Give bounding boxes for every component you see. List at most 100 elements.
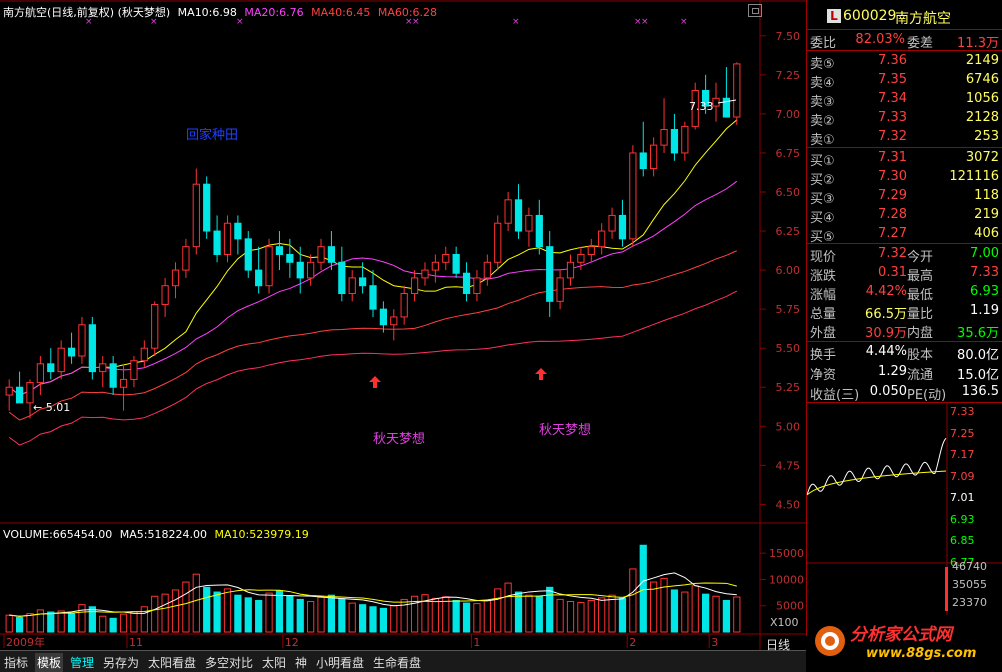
candle-body: [587, 246, 595, 255]
volume-bar: [57, 610, 65, 633]
quote-value: 7.32: [878, 246, 907, 261]
quote-value: 136.5: [961, 384, 999, 399]
candle-body: [390, 316, 398, 326]
stat-row[interactable]: 总量 66.5万 量比 1.19: [807, 301, 1002, 322]
bottom-tab[interactable]: 太阳: [260, 653, 288, 672]
stat-row[interactable]: 现价 7.32 今开 7.00: [807, 244, 1002, 265]
mini-price-label: 7.09: [950, 469, 975, 483]
price-tick-label: 4.50: [776, 498, 801, 511]
signal-markers: × × × × × × × × ×: [85, 17, 737, 388]
bottom-tab[interactable]: 太阳看盘: [146, 653, 198, 672]
window-restore-icon[interactable]: [748, 4, 762, 17]
stat-row-2[interactable]: 收益(三) 0.050 PE(动) 136.5: [807, 382, 1002, 403]
bottom-tab[interactable]: 模板: [35, 653, 64, 672]
candle-body: [119, 378, 128, 388]
quote-value: 35.6万: [957, 326, 999, 341]
price-tick-label: 4.75: [776, 459, 801, 472]
stat-row[interactable]: 涨跌 0.31 最高 7.33: [807, 263, 1002, 284]
bottom-tab[interactable]: 小明看盘: [314, 653, 366, 672]
quote-value: 7.31: [878, 150, 907, 165]
volume-bar: [494, 588, 502, 633]
chart-grid: [0, 0, 806, 650]
volume-bar: [88, 606, 96, 633]
quote-label: 换手: [810, 348, 837, 363]
ask-row[interactable]: 卖③ 7.34 1056: [807, 89, 1002, 110]
date-tick-label: 2009年: [6, 635, 45, 649]
bottom-tab[interactable]: 另存为: [101, 653, 141, 672]
volume-bar: [452, 599, 460, 633]
candle-body: [733, 63, 741, 118]
volume-tick-label: 15000: [769, 547, 804, 560]
bid-row[interactable]: 买⑤ 7.27 406: [807, 224, 1002, 245]
signal-label-2: 秋天梦想: [539, 423, 592, 438]
bid-row[interactable]: 买① 7.31 3072: [807, 148, 1002, 169]
signal-x-mark: ×: [680, 17, 688, 27]
ask-row[interactable]: 卖④ 7.35 6746: [807, 70, 1002, 91]
volume-bar: [525, 594, 533, 633]
candle-body: [5, 386, 13, 396]
bid-row[interactable]: 买③ 7.29 118: [807, 186, 1002, 207]
high-price-label: 7.33: [689, 100, 714, 113]
logo-url: www.88gs.com: [866, 646, 977, 661]
stat-row-2[interactable]: 净资 1.29 流通 15.0亿: [807, 362, 1002, 383]
quote-value: 6.93: [970, 284, 999, 299]
bottom-tab[interactable]: 多空对比: [203, 653, 255, 672]
price-tick-label: 6.00: [776, 264, 801, 277]
weicha-value: 11.3万: [957, 36, 999, 51]
candle-body: [307, 261, 315, 279]
candle-body: [255, 269, 263, 287]
price-tick-label: 5.50: [776, 342, 801, 355]
bottom-tab[interactable]: 神: [293, 653, 309, 672]
logo-name: 分析家公式网: [850, 625, 952, 645]
candle-body: [629, 152, 637, 240]
bottom-tab[interactable]: 管理: [68, 653, 96, 672]
volume-bar: [234, 594, 242, 633]
volume-unit: X100: [770, 616, 799, 629]
candle-body: [473, 277, 481, 295]
volume-bar: [358, 604, 367, 633]
ask-row[interactable]: 卖⑤ 7.36 2149: [807, 51, 1002, 72]
bid-row[interactable]: 买② 7.30 121116: [807, 167, 1002, 188]
candle-body: [78, 324, 86, 357]
volume-bar: [712, 595, 720, 633]
ask-row[interactable]: 卖① 7.32 253: [807, 127, 1002, 148]
quote-value: 7.27: [878, 226, 907, 241]
date-tick-label: 12: [285, 636, 299, 649]
weibi-value: 82.03%: [855, 32, 905, 47]
candle-body: [608, 214, 616, 232]
stat-row[interactable]: 涨幅 4.42% 最低 6.93: [807, 282, 1002, 303]
price-tick-label: 5.00: [776, 420, 801, 433]
candle-body: [379, 308, 388, 326]
stat-row-2[interactable]: 换手 4.44% 股本 80.0亿: [807, 342, 1002, 363]
stat-row[interactable]: 外盘 30.9万 内盘 35.6万: [807, 320, 1002, 341]
bid-row[interactable]: 买④ 7.28 219: [807, 205, 1002, 226]
volume-axis: 15000 10000 5000: [760, 547, 804, 613]
quote-value: 15.0亿: [957, 368, 999, 383]
candle-body: [192, 183, 200, 248]
quote-value: 7.00: [970, 246, 999, 261]
stock-logo-icon: L: [827, 9, 841, 23]
volume-bar: [587, 599, 595, 633]
candle-body: [99, 363, 107, 373]
quote-label: 净资: [810, 368, 837, 383]
quote-value: 7.33: [878, 110, 907, 125]
volume-bar: [598, 597, 606, 633]
bottom-tab[interactable]: 生命看盘: [371, 653, 423, 672]
bottom-tab[interactable]: 指标: [2, 653, 30, 672]
signal-x-mark: ×: [512, 17, 520, 27]
candlestick-series[interactable]: [5, 62, 741, 419]
volume-bar: [681, 591, 689, 633]
volume-bars[interactable]: [5, 544, 741, 633]
quote-value: 7.30: [878, 169, 907, 184]
period-tab-daily[interactable]: 日线: [766, 636, 804, 652]
volume-bar: [151, 595, 159, 633]
candle-body: [88, 324, 96, 373]
volume-bar: [140, 606, 148, 633]
volume-bar: [5, 614, 13, 633]
candle-body: [57, 347, 65, 373]
volume-bar: [15, 616, 24, 633]
stock-name: 南方航空: [895, 11, 951, 27]
volume-bar: [608, 594, 616, 633]
ask-row[interactable]: 卖② 7.33 2128: [807, 108, 1002, 129]
quote-value: 4.42%: [865, 284, 907, 299]
